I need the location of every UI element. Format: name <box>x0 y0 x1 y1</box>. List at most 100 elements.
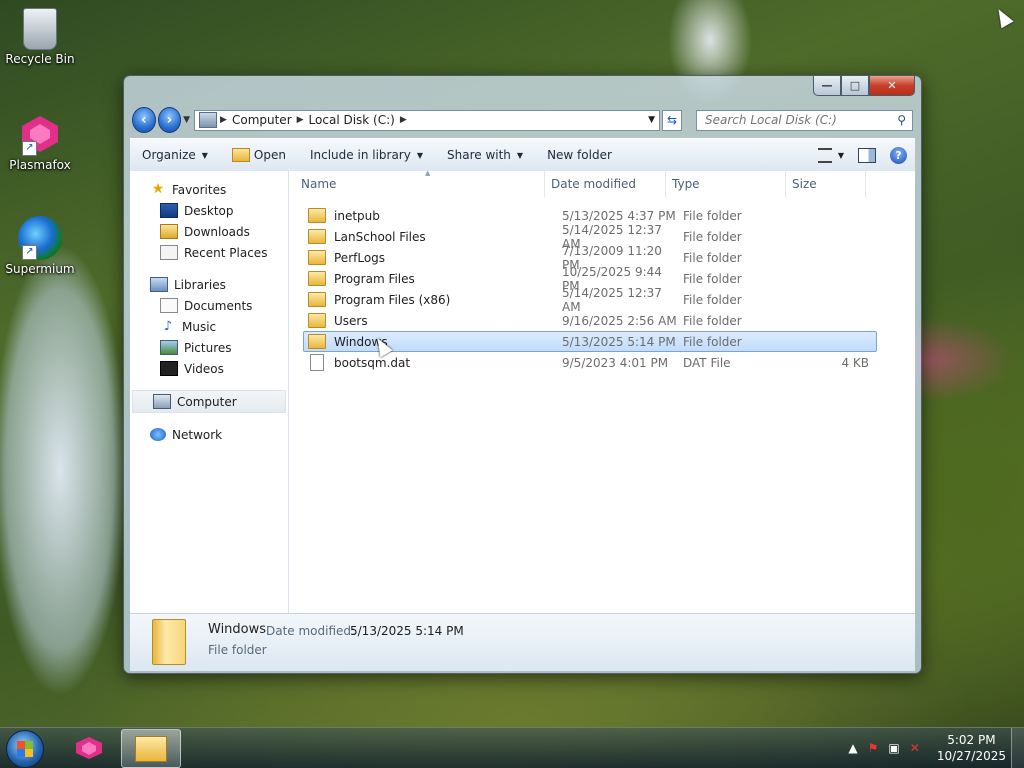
search-icon[interactable]: ⚲ <box>897 113 906 127</box>
recent-pages-dropdown[interactable]: ▼ <box>183 115 190 125</box>
chevron-right-icon[interactable]: ▶ <box>297 115 304 125</box>
recycle-bin-icon <box>23 8 57 50</box>
nav-label: Videos <box>184 361 224 376</box>
navigation-pane: ★ Favorites Desktop Downloads Recent Plac… <box>130 171 289 613</box>
sort-ascending-icon: ▲ <box>425 169 431 177</box>
plasmafox-icon <box>76 736 102 759</box>
new-folder-button[interactable]: New folder <box>535 148 624 162</box>
nav-network[interactable]: Network <box>130 424 288 445</box>
address-bar[interactable]: ▶ Computer ▶ Local Disk (C:) ▶ ▼ <box>194 109 661 131</box>
nav-recent-places[interactable]: Recent Places <box>130 242 288 263</box>
explorer-icon <box>135 735 167 762</box>
include-in-library-button[interactable]: Include in library ▼ <box>298 148 435 162</box>
open-label: Open <box>253 148 286 162</box>
nav-downloads[interactable]: Downloads <box>130 221 288 242</box>
chevron-down-icon: ▼ <box>516 150 524 160</box>
details-date-label: Date modified: <box>266 624 356 638</box>
help-icon[interactable]: ? <box>890 146 907 164</box>
desktop-icon <box>160 203 178 218</box>
computer-icon <box>153 394 171 409</box>
command-bar: Organize ▼ Open Include in library ▼ Sha… <box>130 138 915 172</box>
chevron-right-icon[interactable]: ▶ <box>400 115 407 125</box>
close-button[interactable]: ✕ <box>869 76 915 96</box>
file-name-cell: bootsqm.dat <box>304 354 562 371</box>
taskbar-explorer[interactable] <box>121 729 181 768</box>
organize-button[interactable]: Organize ▼ <box>130 148 220 162</box>
file-name-cell: Program Files <box>304 271 562 286</box>
column-header-size[interactable]: Size <box>786 171 866 197</box>
column-header-name[interactable]: Name <box>289 171 545 197</box>
breadcrumb-local-disk[interactable]: Local Disk (C:) <box>309 113 395 127</box>
windows-logo-icon-lower <box>17 749 33 757</box>
start-button[interactable] <box>6 730 44 768</box>
details-date-value: 5/13/2025 5:14 PM <box>350 624 464 638</box>
back-button[interactable]: ‹ <box>132 107 156 133</box>
file-name: inetpub <box>334 208 380 223</box>
details-pane: Windows Date modified: 5/13/2025 5:14 PM… <box>130 613 915 671</box>
folder-icon <box>152 619 186 665</box>
mouse-cursor-icon <box>992 5 1014 29</box>
chevron-right-icon[interactable]: ▶ <box>220 115 227 125</box>
folder-icon <box>308 271 326 286</box>
desktop-icon-recycle-bin[interactable]: Recycle Bin <box>0 8 80 66</box>
new-folder-label: New folder <box>547 148 612 162</box>
documents-icon <box>160 298 178 313</box>
file-size: 4 KB <box>841 355 869 370</box>
chevron-down-icon[interactable]: ▼ <box>838 151 844 160</box>
nav-desktop[interactable]: Desktop <box>130 200 288 221</box>
file-row[interactable]: Program Files (x86) 5/14/2025 12:37 AM Fil… <box>303 286 877 314</box>
file-row[interactable]: Users 9/16/2025 2:56 AM File folder <box>303 310 877 331</box>
file-row[interactable]: bootsqm.dat 9/5/2023 4:01 PM DAT File 4 KB <box>303 352 877 373</box>
nav-documents[interactable]: Documents <box>130 295 288 316</box>
maximize-button[interactable]: □ <box>841 76 869 96</box>
nav-libraries[interactable]: Libraries <box>130 274 288 295</box>
open-button[interactable]: Open <box>220 148 298 162</box>
file-type: File folder <box>683 313 742 328</box>
show-hidden-icons-icon[interactable]: ▲ <box>848 741 857 755</box>
column-header-type[interactable]: Type <box>666 171 786 197</box>
file-type: File folder <box>683 208 742 223</box>
folder-icon <box>308 208 326 223</box>
nav-videos[interactable]: Videos <box>130 358 288 379</box>
chevron-down-icon: ▼ <box>201 150 208 160</box>
minimize-button[interactable]: — <box>813 76 841 96</box>
file-name: Program Files <box>334 271 415 286</box>
network-status-icon[interactable]: ▣ <box>888 741 899 755</box>
preview-pane-icon[interactable] <box>858 147 876 163</box>
forward-button[interactable]: › <box>157 107 182 133</box>
desktop-icon-plasmafox[interactable]: ↗ Plasmafox <box>0 112 80 172</box>
view-options-icon[interactable] <box>817 147 832 163</box>
column-headers: ▲ Name Date modified Type Size <box>289 169 915 197</box>
chevron-down-icon[interactable]: ▼ <box>648 115 655 125</box>
file-type: File folder <box>683 292 742 307</box>
file-name-cell: LanSchool Files <box>304 229 562 244</box>
nav-favorites[interactable]: ★ Favorites <box>130 179 288 200</box>
breadcrumb-computer[interactable]: Computer <box>232 113 292 127</box>
explorer-window: — □ ✕ ‹ › ▼ ▶ Computer ▶ Local Disk (C:)… <box>123 75 922 674</box>
show-desktop-button[interactable] <box>1011 728 1024 768</box>
folder-icon <box>308 313 326 328</box>
column-header-date-modified[interactable]: Date modified <box>545 171 666 197</box>
nav-pictures[interactable]: Pictures <box>130 337 288 358</box>
refresh-button[interactable]: ⇆ <box>662 109 683 131</box>
nav-computer[interactable]: Computer <box>132 390 286 413</box>
action-center-icon[interactable]: ⚑ <box>868 741 879 755</box>
details-name: Windows <box>208 622 267 637</box>
desktop-icon-supermium[interactable]: ↗ Supermium <box>0 216 80 276</box>
clock[interactable]: 5:02 PM 10/27/2025 <box>937 732 1006 764</box>
nav-label: Recent Places <box>184 245 268 260</box>
share-with-button[interactable]: Share with ▼ <box>435 148 535 162</box>
search-box[interactable]: ⚲ <box>696 109 914 131</box>
volume-muted-icon[interactable]: ✕ <box>910 741 920 755</box>
shortcut-arrow-icon: ↗ <box>22 245 37 260</box>
file-type: File folder <box>683 250 742 265</box>
videos-icon <box>160 361 178 376</box>
supermium-icon: ↗ <box>18 216 62 260</box>
plasmafox-icon: ↗ <box>18 112 62 156</box>
taskbar-plasmafox[interactable] <box>60 729 118 766</box>
search-input[interactable] <box>703 112 898 128</box>
file-type: File folder <box>683 334 742 349</box>
folder-icon <box>308 250 326 265</box>
nav-music[interactable]: ♪ Music <box>130 316 288 337</box>
file-name: LanSchool Files <box>334 229 426 244</box>
